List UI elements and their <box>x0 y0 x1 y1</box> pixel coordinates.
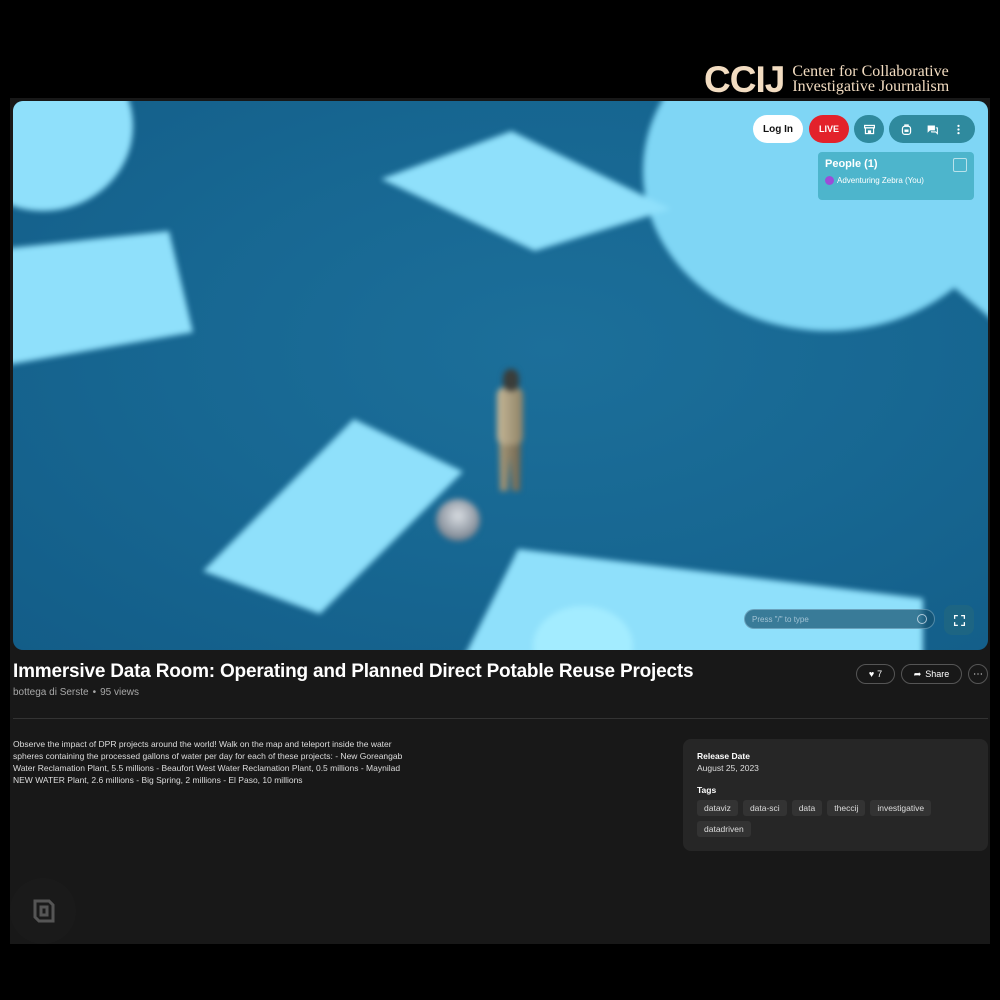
login-button[interactable]: Log In <box>753 115 803 143</box>
platform-logo[interactable] <box>10 878 76 944</box>
more-vertical-icon[interactable] <box>950 121 966 137</box>
more-options-button[interactable]: ⋯ <box>968 664 988 684</box>
toolbar-group <box>889 115 975 143</box>
people-panel: People (1) Adventuring Zebra (You) <box>818 152 974 200</box>
video-meta: bottega di Serste • 95 views <box>13 687 140 698</box>
store-icon <box>861 121 877 137</box>
fullscreen-button[interactable] <box>944 605 974 635</box>
map-tile <box>463 549 923 650</box>
like-count: 7 <box>877 669 883 679</box>
tag-chip[interactable]: data-sci <box>742 800 787 816</box>
avatar-body <box>497 387 523 445</box>
chat-placeholder: Press "/" to type <box>752 614 809 624</box>
map-tile <box>13 231 193 366</box>
divider <box>13 718 988 719</box>
like-button[interactable]: ♥ 7 <box>856 664 895 684</box>
video-title: Immersive Data Room: Operating and Plann… <box>13 661 694 682</box>
ccij-logo: CCIJ Center for Collaborative Investigat… <box>704 60 949 98</box>
people-title: People (1) <box>825 158 878 170</box>
ccij-logo-mark: CCIJ <box>704 58 785 100</box>
chat-icon[interactable] <box>924 121 940 137</box>
member-name: Adventuring Zebra (You) <box>837 176 924 185</box>
tag-chip[interactable]: dataviz <box>697 800 738 816</box>
share-button[interactable]: ➦ Share <box>901 664 962 684</box>
release-date-label: Release Date <box>697 751 750 761</box>
avatar-legs <box>499 441 521 491</box>
tag-chip[interactable]: datadriven <box>697 821 751 837</box>
share-label: Share <box>925 669 950 679</box>
backpack-icon[interactable] <box>898 121 914 137</box>
tag-chip[interactable]: investigative <box>870 800 932 816</box>
fullscreen-icon <box>951 612 967 628</box>
logo-line-1: Center for Collaborative <box>792 63 949 80</box>
people-collapse-toggle[interactable] <box>953 158 967 172</box>
info-card: Release Date August 25, 2023 Tags datavi… <box>683 739 988 851</box>
teleport-orb[interactable] <box>436 499 480 541</box>
logo-line-2: Investigative Journalism <box>792 78 950 95</box>
author-link[interactable]: bottega di Serste <box>13 687 89 698</box>
store-button[interactable] <box>854 115 884 143</box>
tag-chip[interactable]: data <box>791 800 823 816</box>
tags-label: Tags <box>697 785 717 795</box>
live-button[interactable]: LIVE <box>809 115 849 143</box>
member-avatar <box>825 176 834 185</box>
map-tile <box>381 131 671 251</box>
player-avatar <box>493 369 527 493</box>
tag-chip[interactable]: theccij <box>827 800 866 816</box>
more-horizontal-icon: ⋯ <box>973 668 983 680</box>
map-tile <box>203 419 463 614</box>
ccij-logo-text: Center for Collaborative Investigative J… <box>792 63 950 95</box>
video-description: Observe the impact of DPR projects aroun… <box>13 739 403 785</box>
water-sphere <box>13 101 133 211</box>
app-panel: Log In LIVE People (1) Adventuring Zebra <box>10 98 990 944</box>
platform-logo-icon <box>33 899 55 923</box>
share-icon: ➦ <box>913 668 922 679</box>
heart-icon: ♥ <box>868 669 875 679</box>
tags-list: dataviz data-sci data theccij investigat… <box>697 800 967 837</box>
emoji-icon[interactable] <box>917 614 927 624</box>
3d-viewport[interactable]: Log In LIVE People (1) Adventuring Zebra <box>13 101 988 650</box>
people-member[interactable]: Adventuring Zebra (You) <box>825 176 967 185</box>
release-date-value: August 25, 2023 <box>697 763 759 773</box>
chat-input[interactable]: Press "/" to type <box>744 609 935 629</box>
avatar-head <box>503 369 519 391</box>
view-count: 95 views <box>100 687 140 698</box>
